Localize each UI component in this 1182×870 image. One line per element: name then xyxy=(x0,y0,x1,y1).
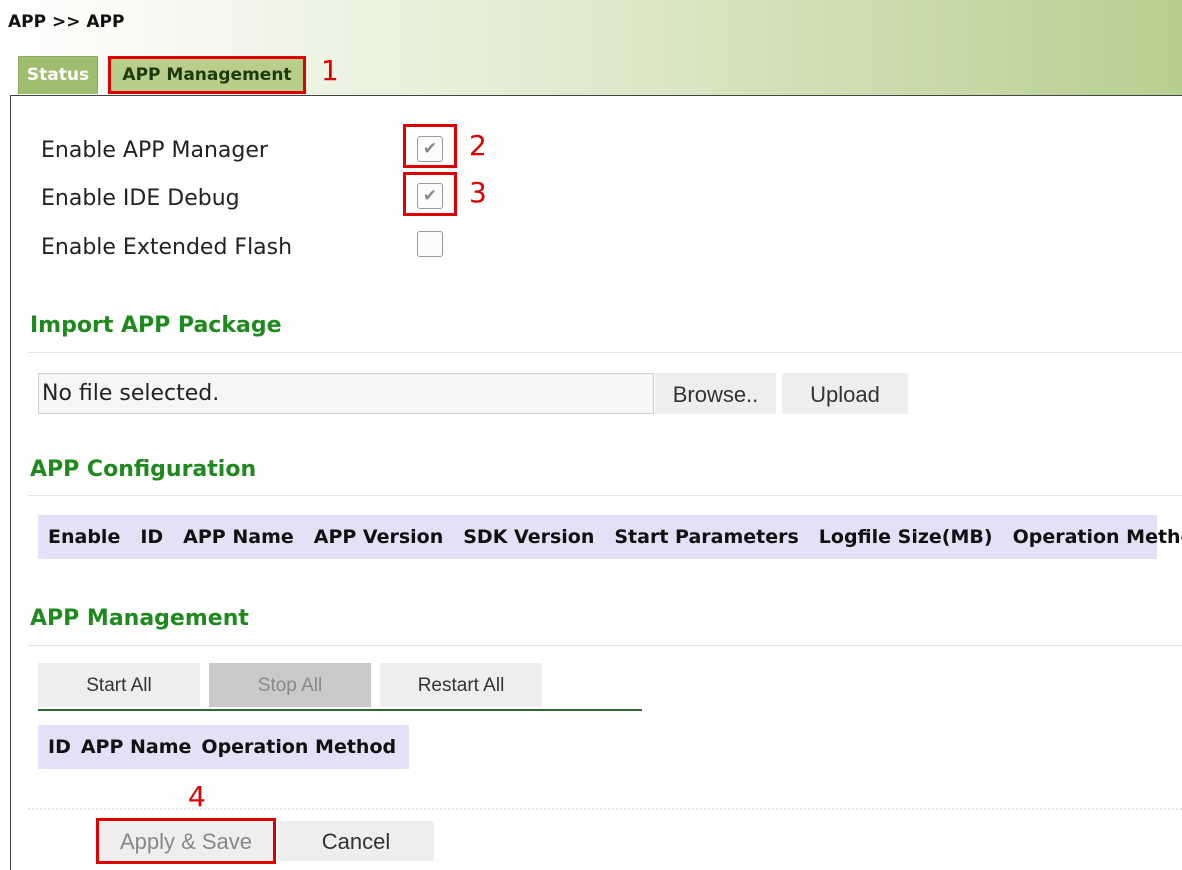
column-header: Enable xyxy=(48,526,121,548)
section-divider xyxy=(28,645,1182,646)
config-section-title: APP Configuration xyxy=(30,457,257,482)
column-header: APP Name xyxy=(80,736,192,758)
import-section-title: Import APP Package xyxy=(30,313,282,338)
stop-all-button[interactable]: Stop All xyxy=(209,663,371,707)
column-header: Operation Method xyxy=(201,736,397,758)
tab-status[interactable]: Status xyxy=(18,56,98,94)
enable-extended-flash-checkbox[interactable] xyxy=(417,231,443,257)
annotation-3: 3 xyxy=(469,176,487,209)
annotation-4: 4 xyxy=(188,780,206,813)
cancel-button[interactable]: Cancel xyxy=(278,821,434,861)
column-header: ID xyxy=(48,736,71,758)
column-header: APP Version xyxy=(313,526,444,548)
highlight-box-2 xyxy=(403,124,457,168)
annotation-1: 1 xyxy=(321,54,339,87)
enable-app-manager-label: Enable APP Manager xyxy=(41,138,268,163)
upload-button[interactable]: Upload xyxy=(782,373,908,414)
management-section-title: APP Management xyxy=(30,606,249,631)
column-header: SDK Version xyxy=(463,526,595,548)
highlight-box-4 xyxy=(96,818,276,864)
highlight-box-3 xyxy=(403,172,457,216)
column-header: APP Name xyxy=(183,526,294,548)
breadcrumb: APP >> APP xyxy=(8,12,125,32)
column-header: Operation Method xyxy=(1012,526,1182,548)
restart-all-button[interactable]: Restart All xyxy=(380,663,542,707)
config-table-header: Enable ID APP Name APP Version SDK Versi… xyxy=(38,515,1182,559)
section-divider xyxy=(28,495,1182,496)
management-table-header: ID APP Name Operation Method xyxy=(38,725,409,769)
enable-extended-flash-label: Enable Extended Flash xyxy=(41,235,293,260)
column-header: Start Parameters xyxy=(614,526,799,548)
file-path-input[interactable]: No file selected. xyxy=(38,373,654,414)
enable-ide-debug-label: Enable IDE Debug xyxy=(41,186,240,211)
browse-button[interactable]: Browse.. xyxy=(655,373,776,414)
column-header: Logfile Size(MB) xyxy=(818,526,993,548)
section-divider xyxy=(28,352,1182,353)
column-header: ID xyxy=(140,526,164,548)
tab-app-management[interactable]: APP Management xyxy=(108,56,306,94)
annotation-2: 2 xyxy=(469,129,487,162)
button-group-underline xyxy=(38,709,642,711)
start-all-button[interactable]: Start All xyxy=(38,663,200,707)
